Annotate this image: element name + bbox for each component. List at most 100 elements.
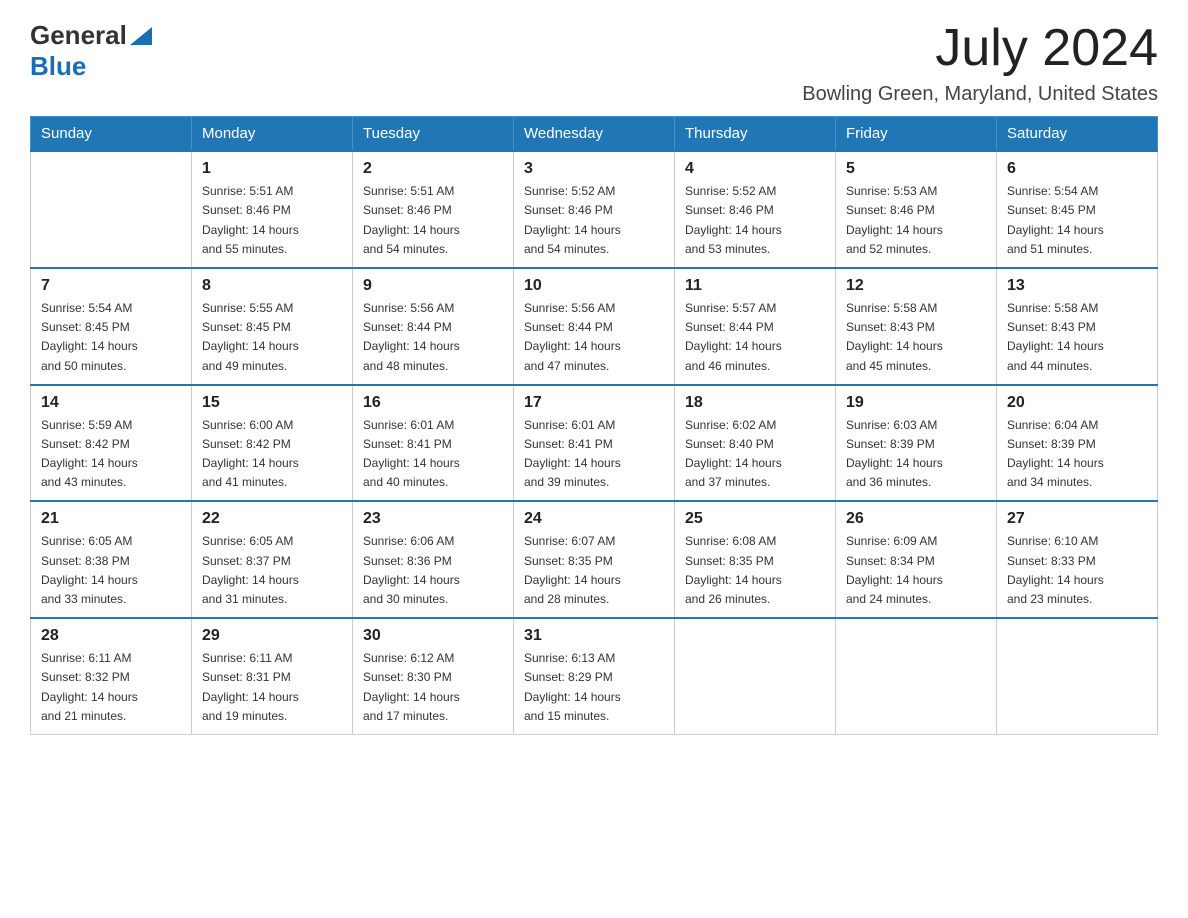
- day-number: 3: [524, 160, 664, 178]
- calendar-cell: 17 Sunrise: 6:01 AM Sunset: 8:41 PM Dayli…: [514, 385, 675, 502]
- calendar-cell: 29 Sunrise: 6:11 AM Sunset: 8:31 PM Dayli…: [192, 618, 353, 734]
- calendar-cell: 31 Sunrise: 6:13 AM Sunset: 8:29 PM Dayli…: [514, 618, 675, 734]
- calendar-cell: 6Sunrise: 5:54 AM Sunset: 8:45 PM Daylig…: [997, 151, 1158, 268]
- day-info: Sunrise: 6:13 AM Sunset: 8:29 PM Dayligh…: [524, 649, 664, 726]
- logo-triangle-icon: [130, 27, 152, 45]
- day-number: 1: [202, 160, 342, 178]
- calendar-cell: [836, 618, 997, 734]
- calendar-cell: 22 Sunrise: 6:05 AM Sunset: 8:37 PM Dayli…: [192, 501, 353, 618]
- day-number: 5: [846, 160, 986, 178]
- day-number: 26: [846, 510, 986, 528]
- month-year-title: July 2024: [802, 20, 1158, 77]
- calendar-cell: 25 Sunrise: 6:08 AM Sunset: 8:35 PM Dayli…: [675, 501, 836, 618]
- calendar-cell: 27 Sunrise: 6:10 AM Sunset: 8:33 PM Dayli…: [997, 501, 1158, 618]
- day-info: Sunrise: 5:58 AM Sunset: 8:43 PM Dayligh…: [846, 299, 986, 376]
- calendar-cell: 15 Sunrise: 6:00 AM Sunset: 8:42 PM Dayli…: [192, 385, 353, 502]
- day-of-week-friday: Friday: [836, 117, 997, 152]
- day-number: 25: [685, 510, 825, 528]
- calendar-week-3: 14Sunrise: 5:59 AM Sunset: 8:42 PM Dayli…: [31, 385, 1158, 502]
- day-info: Sunrise: 5:56 AM Sunset: 8:44 PM Dayligh…: [524, 299, 664, 376]
- day-number: 12: [846, 277, 986, 295]
- day-info: Sunrise: 6:01 AM Sunset: 8:41 PM Dayligh…: [363, 416, 503, 493]
- calendar-cell: 30Sunrise: 6:12 AM Sunset: 8:30 PM Dayli…: [353, 618, 514, 734]
- day-number: 16: [363, 394, 503, 412]
- day-of-week-saturday: Saturday: [997, 117, 1158, 152]
- calendar-cell: 18Sunrise: 6:02 AM Sunset: 8:40 PM Dayli…: [675, 385, 836, 502]
- day-number: 28: [41, 627, 181, 645]
- day-number: 27: [1007, 510, 1147, 528]
- day-number: 30: [363, 627, 503, 645]
- day-info: Sunrise: 6:07 AM Sunset: 8:35 PM Dayligh…: [524, 532, 664, 609]
- days-of-week-row: SundayMondayTuesdayWednesdayThursdayFrid…: [31, 117, 1158, 152]
- calendar-cell: 26Sunrise: 6:09 AM Sunset: 8:34 PM Dayli…: [836, 501, 997, 618]
- day-number: 29: [202, 627, 342, 645]
- day-number: 4: [685, 160, 825, 178]
- day-number: 15: [202, 394, 342, 412]
- day-info: Sunrise: 6:08 AM Sunset: 8:35 PM Dayligh…: [685, 532, 825, 609]
- day-number: 22: [202, 510, 342, 528]
- day-number: 14: [41, 394, 181, 412]
- calendar-cell: 9Sunrise: 5:56 AM Sunset: 8:44 PM Daylig…: [353, 268, 514, 385]
- day-number: 10: [524, 277, 664, 295]
- day-number: 20: [1007, 394, 1147, 412]
- day-number: 17: [524, 394, 664, 412]
- calendar-cell: 5Sunrise: 5:53 AM Sunset: 8:46 PM Daylig…: [836, 151, 997, 268]
- day-number: 9: [363, 277, 503, 295]
- day-number: 23: [363, 510, 503, 528]
- calendar-cell: 10 Sunrise: 5:56 AM Sunset: 8:44 PM Dayli…: [514, 268, 675, 385]
- day-number: 7: [41, 277, 181, 295]
- calendar-cell: 2 Sunrise: 5:51 AM Sunset: 8:46 PM Daylig…: [353, 151, 514, 268]
- calendar-cell: 3 Sunrise: 5:52 AM Sunset: 8:46 PM Daylig…: [514, 151, 675, 268]
- calendar-header: SundayMondayTuesdayWednesdayThursdayFrid…: [31, 117, 1158, 152]
- page-header: General Blue July 2024 Bowling Green, Ma…: [30, 20, 1158, 106]
- day-info: Sunrise: 6:05 AM Sunset: 8:37 PM Dayligh…: [202, 532, 342, 609]
- day-info: Sunrise: 6:03 AM Sunset: 8:39 PM Dayligh…: [846, 416, 986, 493]
- day-number: 6: [1007, 160, 1147, 178]
- calendar-cell: 12 Sunrise: 5:58 AM Sunset: 8:43 PM Dayli…: [836, 268, 997, 385]
- day-info: Sunrise: 5:52 AM Sunset: 8:46 PM Dayligh…: [685, 182, 825, 259]
- calendar-week-1: 1 Sunrise: 5:51 AM Sunset: 8:46 PM Daylig…: [31, 151, 1158, 268]
- calendar-cell: [997, 618, 1158, 734]
- day-info: Sunrise: 6:04 AM Sunset: 8:39 PM Dayligh…: [1007, 416, 1147, 493]
- calendar-cell: 23 Sunrise: 6:06 AM Sunset: 8:36 PM Dayli…: [353, 501, 514, 618]
- day-number: 24: [524, 510, 664, 528]
- day-info: Sunrise: 5:51 AM Sunset: 8:46 PM Dayligh…: [363, 182, 503, 259]
- calendar-cell: [31, 151, 192, 268]
- day-info: Sunrise: 6:10 AM Sunset: 8:33 PM Dayligh…: [1007, 532, 1147, 609]
- day-number: 2: [363, 160, 503, 178]
- calendar-cell: 20 Sunrise: 6:04 AM Sunset: 8:39 PM Dayli…: [997, 385, 1158, 502]
- calendar-cell: 16 Sunrise: 6:01 AM Sunset: 8:41 PM Dayli…: [353, 385, 514, 502]
- calendar-cell: 21 Sunrise: 6:05 AM Sunset: 8:38 PM Dayli…: [31, 501, 192, 618]
- calendar-cell: 19Sunrise: 6:03 AM Sunset: 8:39 PM Dayli…: [836, 385, 997, 502]
- day-of-week-monday: Monday: [192, 117, 353, 152]
- calendar-body: 1 Sunrise: 5:51 AM Sunset: 8:46 PM Daylig…: [31, 151, 1158, 734]
- calendar-cell: 13 Sunrise: 5:58 AM Sunset: 8:43 PM Dayli…: [997, 268, 1158, 385]
- day-info: Sunrise: 6:11 AM Sunset: 8:31 PM Dayligh…: [202, 649, 342, 726]
- day-info: Sunrise: 5:58 AM Sunset: 8:43 PM Dayligh…: [1007, 299, 1147, 376]
- calendar-cell: 24 Sunrise: 6:07 AM Sunset: 8:35 PM Dayli…: [514, 501, 675, 618]
- location-subtitle: Bowling Green, Maryland, United States: [802, 83, 1158, 106]
- calendar-cell: 7 Sunrise: 5:54 AM Sunset: 8:45 PM Daylig…: [31, 268, 192, 385]
- day-of-week-wednesday: Wednesday: [514, 117, 675, 152]
- day-number: 13: [1007, 277, 1147, 295]
- logo-general-text: General: [30, 20, 127, 51]
- calendar-week-5: 28Sunrise: 6:11 AM Sunset: 8:32 PM Dayli…: [31, 618, 1158, 734]
- day-info: Sunrise: 6:05 AM Sunset: 8:38 PM Dayligh…: [41, 532, 181, 609]
- day-info: Sunrise: 5:57 AM Sunset: 8:44 PM Dayligh…: [685, 299, 825, 376]
- day-info: Sunrise: 5:54 AM Sunset: 8:45 PM Dayligh…: [41, 299, 181, 376]
- day-info: Sunrise: 6:01 AM Sunset: 8:41 PM Dayligh…: [524, 416, 664, 493]
- calendar-cell: [675, 618, 836, 734]
- calendar-cell: 28Sunrise: 6:11 AM Sunset: 8:32 PM Dayli…: [31, 618, 192, 734]
- day-info: Sunrise: 5:52 AM Sunset: 8:46 PM Dayligh…: [524, 182, 664, 259]
- logo-blue-text: Blue: [30, 51, 86, 81]
- day-info: Sunrise: 6:00 AM Sunset: 8:42 PM Dayligh…: [202, 416, 342, 493]
- day-number: 31: [524, 627, 664, 645]
- day-number: 21: [41, 510, 181, 528]
- title-section: July 2024 Bowling Green, Maryland, Unite…: [802, 20, 1158, 106]
- calendar-week-2: 7 Sunrise: 5:54 AM Sunset: 8:45 PM Daylig…: [31, 268, 1158, 385]
- calendar-cell: 4 Sunrise: 5:52 AM Sunset: 8:46 PM Daylig…: [675, 151, 836, 268]
- day-info: Sunrise: 6:06 AM Sunset: 8:36 PM Dayligh…: [363, 532, 503, 609]
- day-number: 11: [685, 277, 825, 295]
- day-of-week-tuesday: Tuesday: [353, 117, 514, 152]
- calendar-cell: 1Sunrise: 5:51 AM Sunset: 8:46 PM Daylig…: [192, 151, 353, 268]
